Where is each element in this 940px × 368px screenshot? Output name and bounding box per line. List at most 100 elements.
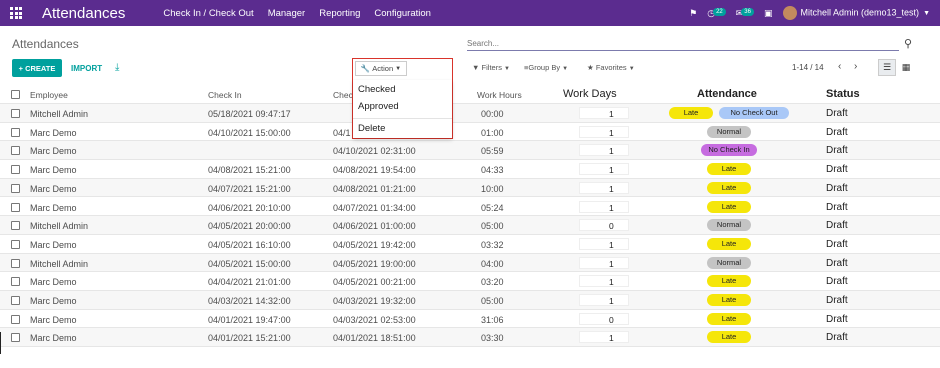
work-days-box — [579, 181, 629, 194]
row-checkbox[interactable] — [11, 258, 20, 268]
avatar — [782, 6, 797, 20]
caret-down-icon: ▼ — [504, 66, 510, 72]
table-row[interactable]: Marc Demo 04/10/2021 15:00:00 04/1 01:00 1 No… — [0, 123, 940, 142]
gift-icon[interactable]: ▣ — [764, 8, 773, 19]
column-header-attendance[interactable]: Attendance — [697, 88, 757, 100]
row-checkbox[interactable] — [11, 127, 20, 137]
attendance-badge: Late — [707, 294, 751, 306]
row-checkbox[interactable] — [11, 165, 20, 175]
employee-cell: Marc Demo — [30, 277, 77, 288]
table-row[interactable]: Marc Demo 04/05/2021 16:10:00 04/05/2021 1… — [0, 235, 940, 254]
table-row[interactable]: Marc Demo 04/06/2021 20:10:00 04/07/2021 0… — [0, 198, 940, 217]
user-menu[interactable]: Mitchell Admin (demo13_test) ▼ — [782, 6, 930, 20]
column-header-check-in[interactable]: Check In — [208, 90, 242, 100]
download-icon[interactable]: ⤓ — [115, 62, 119, 73]
attendance-badge: Late — [707, 331, 751, 344]
work-days-box — [579, 256, 629, 269]
search-input[interactable] — [467, 36, 899, 50]
menu-check-in-out[interactable]: Check In / Check Out — [163, 8, 253, 19]
employee-cell: Marc Demo — [30, 296, 77, 306]
groupby-label: Group By — [528, 63, 561, 72]
table-row[interactable]: Marc Demo 04/01/2021 19:47:00 04/03/2021 0… — [0, 310, 940, 329]
action-dropdown: Checked Approved Delete — [353, 80, 452, 138]
check-out-cell: 04/06/2021 01:00:00 — [333, 221, 416, 232]
column-header-employee[interactable]: Employee — [30, 90, 68, 100]
filters-button[interactable]: ▼ Filters ▼ — [472, 63, 510, 72]
menu-divider — [353, 118, 452, 119]
import-button[interactable]: IMPORT — [71, 64, 102, 73]
action-button[interactable]: 🔧 Action ▼ — [355, 61, 407, 76]
column-header-check-out[interactable]: Chec — [333, 90, 353, 100]
status-cell: Draft — [826, 201, 848, 213]
table-row[interactable]: Mitchell Admin 04/05/2021 15:00:00 04/05/2… — [0, 253, 940, 273]
check-out-cell: 04/10/2021 02:31:00 — [333, 146, 416, 157]
table-row[interactable]: Mitchell Admin 05/18/2021 09:47:17 00:00 1 L… — [0, 104, 940, 123]
status-cell: Draft — [826, 108, 848, 119]
select-all-checkbox[interactable] — [11, 90, 20, 99]
table-row[interactable]: Mitchell Admin 04/05/2021 20:00:00 04/06/2… — [0, 216, 940, 235]
row-checkbox[interactable] — [11, 314, 20, 324]
work-days-cell: 0 — [609, 221, 614, 232]
work-hours-cell: 03:30 — [481, 333, 504, 344]
check-out-cell: 04/1 — [333, 127, 351, 138]
pager-next-icon[interactable]: › — [854, 61, 857, 72]
pager-previous-icon[interactable]: ‹ — [838, 61, 841, 72]
row-checkbox[interactable] — [11, 239, 20, 249]
table-row[interactable]: Marc Demo 04/07/2021 15:21:00 04/08/2021 0… — [0, 178, 940, 198]
favorites-button[interactable]: ★ Favorites ▼ — [587, 63, 635, 72]
groupby-button[interactable]: ≡Group By ▼ — [524, 63, 568, 72]
attendance-badge: Normal — [707, 125, 751, 138]
row-checkbox[interactable] — [11, 109, 20, 118]
row-checkbox[interactable] — [11, 221, 20, 231]
action-menu-delete[interactable]: Delete — [358, 123, 385, 134]
check-in-cell: 04/07/2021 15:21:00 — [208, 183, 291, 194]
table-row[interactable]: Marc Demo 04/01/2021 15:21:00 04/01/2021 1… — [0, 328, 940, 348]
table-row[interactable]: Marc Demo 04/10/2021 02:31:00 05:59 1 No Che… — [0, 141, 940, 161]
row-checkbox[interactable] — [11, 277, 20, 287]
work-days-cell: 0 — [609, 314, 614, 325]
row-checkbox[interactable] — [11, 202, 20, 212]
column-header-work-hours[interactable]: Work Hours — [477, 90, 522, 100]
row-checkbox[interactable] — [11, 333, 20, 343]
status-cell: Draft — [826, 295, 848, 306]
create-button[interactable]: + CREATE — [12, 59, 62, 77]
menu-manager[interactable]: Manager — [268, 8, 306, 19]
work-days-box — [579, 275, 629, 288]
column-header-status[interactable]: Status — [826, 88, 860, 100]
status-cell: Draft — [826, 276, 848, 288]
row-checkbox[interactable] — [11, 183, 20, 193]
row-checkbox[interactable] — [11, 146, 20, 156]
menu-reporting[interactable]: Reporting — [319, 8, 360, 19]
action-menu-approved[interactable]: Approved — [358, 101, 399, 112]
action-menu-checked[interactable]: Checked — [358, 84, 396, 95]
status-cell: Draft — [826, 238, 848, 250]
kanban-view-icon[interactable]: ▦ — [897, 59, 915, 76]
work-days-cell: 1 — [609, 109, 614, 119]
check-out-cell: 04/01/2021 18:51:00 — [333, 333, 416, 344]
table-row[interactable]: Marc Demo 04/04/2021 21:01:00 04/05/2021 0… — [0, 272, 940, 291]
work-days-cell: 1 — [609, 239, 614, 250]
table-row[interactable]: Marc Demo 04/03/2021 14:32:00 04/03/2021 1… — [0, 291, 940, 310]
messages-icon[interactable]: ✉36 — [736, 7, 754, 19]
menu-configuration[interactable]: Configuration — [374, 8, 431, 19]
activity-icon[interactable]: ◷22 — [707, 7, 726, 19]
work-days-cell: 1 — [609, 127, 614, 138]
work-days-box — [579, 294, 629, 306]
check-in-cell: 04/01/2021 15:21:00 — [208, 333, 291, 344]
caret-down-icon: ▼ — [395, 65, 402, 72]
search-icon[interactable]: ⚲ — [904, 37, 912, 50]
check-in-cell: 04/05/2021 16:10:00 — [208, 239, 291, 250]
column-header-work-days[interactable]: Work Days — [563, 88, 617, 100]
bug-icon[interactable]: ⚑ — [689, 8, 697, 19]
table-header: Employee Check In Chec Work Hours Work D… — [0, 85, 940, 104]
list-view-icon[interactable]: ☰ — [878, 59, 896, 76]
pager-value[interactable]: 1-14 / 14 — [792, 63, 824, 72]
table-row[interactable]: Marc Demo 04/08/2021 15:21:00 04/08/2021 1… — [0, 160, 940, 179]
apps-menu-icon[interactable] — [0, 0, 32, 26]
row-checkbox[interactable] — [11, 296, 20, 305]
work-days-cell: 1 — [609, 333, 614, 344]
check-out-cell: 04/08/2021 19:54:00 — [333, 165, 416, 176]
caret-down-icon: ▼ — [628, 66, 635, 72]
work-hours-cell: 10:00 — [481, 183, 504, 194]
check-out-cell: 04/08/2021 01:21:00 — [333, 183, 416, 194]
